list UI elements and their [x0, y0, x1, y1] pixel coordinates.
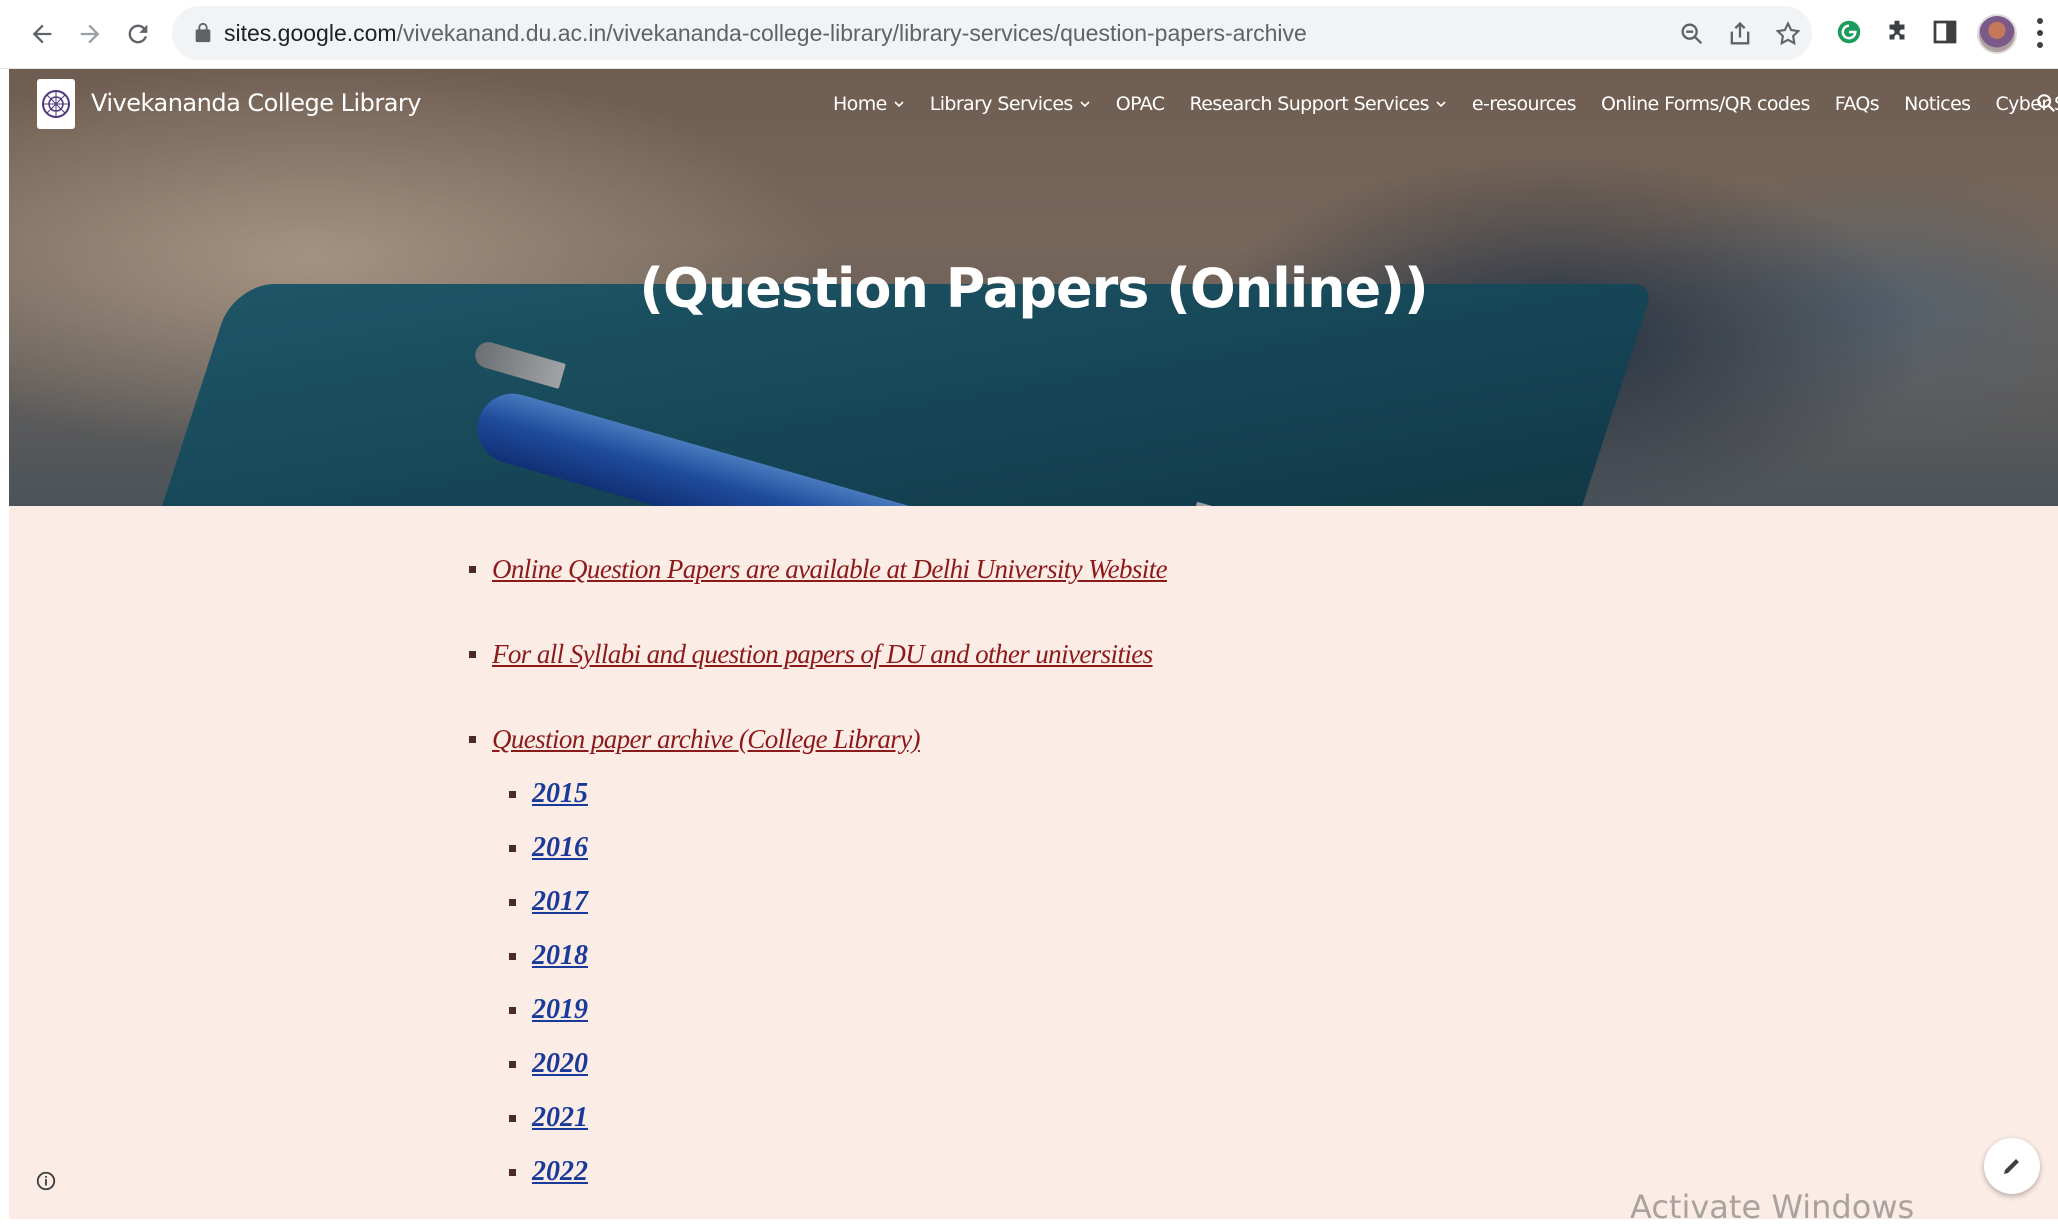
college-logo[interactable] — [37, 79, 75, 129]
bullet — [509, 1168, 516, 1176]
info-icon[interactable] — [35, 1170, 57, 1192]
year-item: 2021 — [509, 1102, 588, 1134]
edit-button[interactable] — [1984, 1138, 2040, 1194]
bullet — [469, 736, 476, 743]
nav-online-forms-label: Online Forms/QR codes — [1600, 93, 1810, 115]
list-item: For all Syllabi and question papers of D… — [469, 639, 1153, 670]
nav-notices[interactable]: Notices — [1904, 93, 1971, 115]
bullet — [509, 898, 516, 906]
nav-home[interactable]: Home — [833, 93, 905, 115]
site-title[interactable]: Vivekananda College Library — [91, 89, 422, 117]
side-panel-icon[interactable] — [1930, 17, 1960, 47]
list-item: Question paper archive (College Library) — [469, 724, 921, 755]
pencil-icon — [2004, 1159, 2019, 1174]
syllabi-papers-link[interactable]: For all Syllabi and question papers of D… — [492, 639, 1153, 670]
year-item: 2016 — [509, 832, 588, 864]
more-menu-icon[interactable] — [2036, 16, 2044, 50]
share-icon[interactable] — [1726, 20, 1754, 48]
site-navigation: Home Library Services OPAC Research Supp… — [833, 93, 2058, 115]
lock-icon — [195, 22, 211, 43]
site-search-icon[interactable] — [2035, 92, 2057, 114]
chevron-down-icon — [894, 101, 904, 108]
address-bar[interactable]: sites.google.com/vivekanand.du.ac.in/viv… — [172, 6, 1812, 60]
browser-toolbar: sites.google.com/vivekanand.du.ac.in/viv… — [0, 0, 2058, 69]
url-host: sites.google.com — [224, 20, 397, 46]
reload-icon — [128, 24, 148, 44]
year-link-2017[interactable]: 2017 — [532, 886, 588, 918]
chevron-down-icon — [1080, 101, 1090, 108]
bullet — [509, 1060, 516, 1068]
bullet — [509, 1114, 516, 1122]
bookmark-star-icon[interactable] — [1774, 20, 1802, 48]
nav-opac-label: OPAC — [1115, 93, 1165, 115]
nav-notices-label: Notices — [1904, 93, 1971, 115]
hero-banner: Vivekananda College Library Home Library… — [9, 69, 2058, 506]
year-link-2018[interactable]: 2018 — [532, 940, 588, 972]
year-link-2019[interactable]: 2019 — [532, 994, 588, 1026]
url-path: /vivekanand.du.ac.in/vivekananda-college… — [396, 20, 1307, 46]
activate-windows-watermark: Activate Windows — [1630, 1188, 1915, 1226]
bullet — [509, 790, 516, 798]
page-content: Online Question Papers are available at … — [9, 506, 2058, 1219]
year-item: 2017 — [509, 886, 588, 918]
college-emblem-icon — [42, 90, 70, 118]
nav-online-forms[interactable]: Online Forms/QR codes — [1601, 93, 1810, 115]
url-text: sites.google.com/vivekanand.du.ac.in/viv… — [224, 20, 1307, 47]
nav-e-resources-label: e-resources — [1471, 93, 1577, 115]
year-link-2016[interactable]: 2016 — [532, 832, 588, 864]
nav-opac[interactable]: OPAC — [1116, 93, 1165, 115]
nav-research-support-services[interactable]: Research Support Services — [1189, 93, 1446, 115]
back-button[interactable] — [22, 14, 62, 54]
bullet — [509, 844, 516, 852]
year-link-2020[interactable]: 2020 — [532, 1048, 588, 1080]
college-archive-link[interactable]: Question paper archive (College Library) — [492, 724, 921, 755]
du-question-papers-link[interactable]: Online Question Papers are available at … — [492, 554, 1168, 585]
zoom-icon[interactable] — [1678, 20, 1706, 48]
nav-home-label: Home — [833, 93, 887, 115]
year-link-2022[interactable]: 2022 — [532, 1156, 588, 1188]
forward-button[interactable] — [70, 14, 110, 54]
year-item: 2022 — [509, 1156, 588, 1188]
bullet — [469, 651, 476, 658]
nav-faqs[interactable]: FAQs — [1834, 93, 1880, 115]
profile-avatar[interactable] — [1977, 14, 2017, 54]
list-item: Online Question Papers are available at … — [469, 554, 1168, 585]
year-item: 2020 — [509, 1048, 588, 1080]
extension-grammar-icon[interactable] — [1834, 17, 1864, 47]
extensions-puzzle-icon[interactable] — [1882, 17, 1912, 47]
arrow-right-icon — [80, 24, 100, 44]
bullet — [469, 566, 476, 573]
year-link-2021[interactable]: 2021 — [532, 1102, 588, 1134]
year-link-2015[interactable]: 2015 — [532, 778, 588, 810]
nav-library-services[interactable]: Library Services — [930, 93, 1091, 115]
nav-e-resources[interactable]: e-resources — [1471, 93, 1577, 115]
page-title: (Question Papers (Online)) — [639, 257, 1428, 320]
year-item: 2018 — [509, 940, 588, 972]
nav-library-services-label: Library Services — [929, 93, 1074, 115]
nav-research-support-label: Research Support Services — [1189, 93, 1429, 115]
bullet — [509, 952, 516, 960]
bullet — [509, 1006, 516, 1014]
arrow-left-icon — [32, 24, 52, 44]
year-item: 2015 — [509, 778, 588, 810]
nav-faqs-label: FAQs — [1834, 93, 1880, 115]
year-item: 2019 — [509, 994, 588, 1026]
chevron-down-icon — [1436, 101, 1446, 108]
reload-button[interactable] — [118, 14, 158, 54]
